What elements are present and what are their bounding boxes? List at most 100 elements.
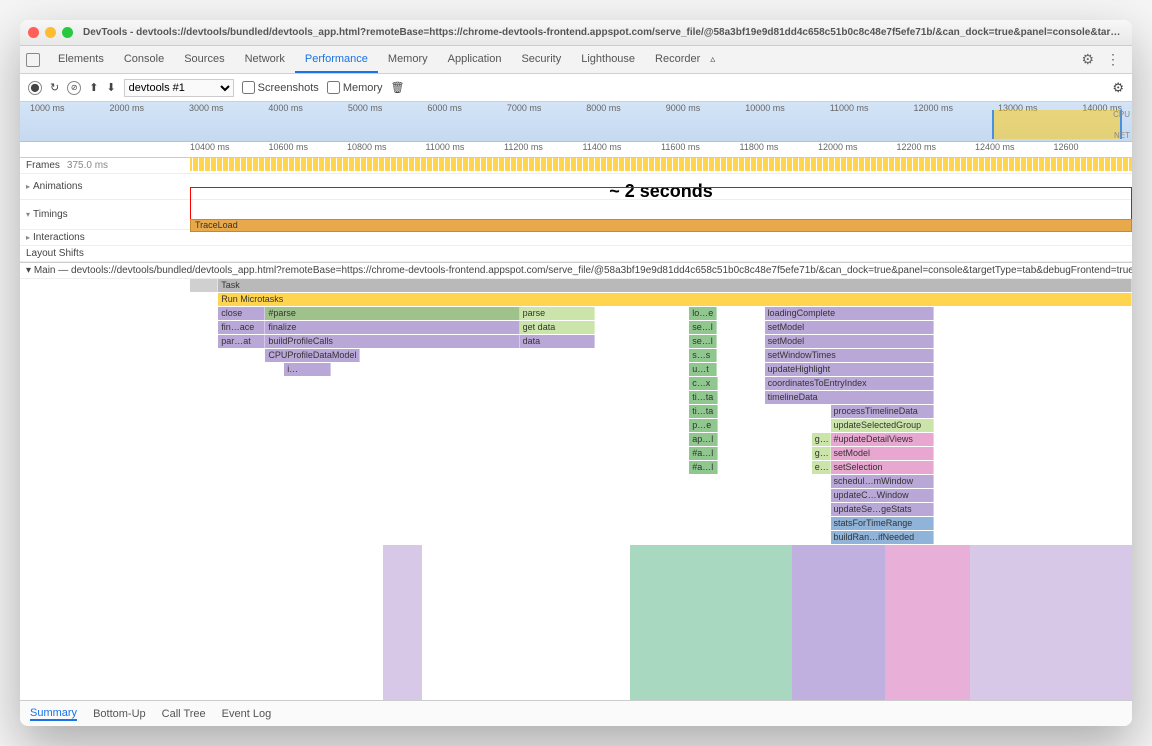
flame-entry[interactable] bbox=[934, 503, 1132, 516]
flame-entry[interactable]: ti…ta bbox=[689, 391, 717, 404]
clear-icon[interactable]: ⊘ bbox=[67, 81, 81, 95]
frames-track-label[interactable]: Frames375.0 ms bbox=[20, 159, 190, 172]
timeline-overview[interactable]: 1000 ms2000 ms3000 ms4000 ms5000 ms6000 … bbox=[20, 102, 1132, 142]
flame-entry[interactable]: updateC…Window bbox=[831, 489, 935, 502]
download-icon[interactable]: ⬇ bbox=[106, 81, 115, 94]
flame-entry[interactable] bbox=[190, 531, 831, 544]
flame-entry[interactable]: fin…ace bbox=[218, 321, 265, 334]
flame-entry[interactable] bbox=[190, 405, 689, 418]
overview-selection[interactable] bbox=[992, 110, 1122, 139]
flame-entry[interactable]: Run Microtasks bbox=[218, 293, 1132, 306]
minimize-window-icon[interactable] bbox=[45, 27, 56, 38]
flame-entry[interactable] bbox=[717, 307, 764, 320]
flame-entry[interactable] bbox=[520, 349, 595, 362]
flame-entry[interactable] bbox=[934, 433, 1132, 446]
flame-entry[interactable]: processTimelineData bbox=[831, 405, 935, 418]
tab-network[interactable]: Network bbox=[235, 47, 295, 73]
flame-entry[interactable] bbox=[934, 461, 1132, 474]
flame-entry[interactable]: coordinatesToEntryIndex bbox=[765, 377, 935, 390]
flame-entry[interactable]: #a…l bbox=[689, 447, 717, 460]
flame-entry[interactable] bbox=[717, 335, 764, 348]
flame-entry[interactable] bbox=[595, 335, 689, 348]
maximize-window-icon[interactable] bbox=[62, 27, 73, 38]
flame-entry[interactable]: setModel bbox=[765, 321, 935, 334]
flame-entry[interactable] bbox=[331, 363, 689, 376]
flame-entry[interactable] bbox=[934, 335, 1132, 348]
flame-entry[interactable] bbox=[190, 335, 218, 348]
bottom-tab-summary[interactable]: Summary bbox=[30, 707, 77, 721]
flame-entry[interactable]: updateSelectedGroup bbox=[831, 419, 935, 432]
flame-entry[interactable] bbox=[190, 279, 218, 292]
reload-icon[interactable]: ↻ bbox=[50, 81, 59, 94]
flame-entry[interactable] bbox=[934, 419, 1132, 432]
frames-track[interactable] bbox=[190, 158, 1132, 171]
flame-entry[interactable]: finalize bbox=[265, 321, 519, 334]
flame-entry[interactable] bbox=[934, 377, 1132, 390]
flame-entry[interactable]: se…l bbox=[689, 335, 717, 348]
more-icon[interactable]: ⋮ bbox=[1100, 47, 1126, 72]
flame-entry[interactable]: setModel bbox=[765, 335, 935, 348]
flame-entry[interactable]: g… bbox=[812, 433, 831, 446]
record-icon[interactable]: ⬤ bbox=[28, 81, 42, 95]
flame-entry[interactable]: u…t bbox=[689, 363, 717, 376]
main-thread-label[interactable]: ▾ Main — devtools://devtools/bundled/dev… bbox=[20, 263, 1132, 279]
flame-entry[interactable]: par…at bbox=[218, 335, 265, 348]
flame-entry[interactable] bbox=[190, 293, 218, 306]
flame-entry[interactable]: setSelection bbox=[831, 461, 935, 474]
flame-entry[interactable] bbox=[934, 447, 1132, 460]
flame-entry[interactable]: data bbox=[520, 335, 595, 348]
flame-entry[interactable]: ti…ta bbox=[689, 405, 717, 418]
tab-performance[interactable]: Performance bbox=[295, 47, 378, 73]
flame-entry[interactable] bbox=[717, 349, 764, 362]
tab-memory[interactable]: Memory bbox=[378, 47, 438, 73]
flame-entry[interactable] bbox=[934, 517, 1132, 530]
flame-entry[interactable] bbox=[190, 377, 689, 390]
flame-entry[interactable] bbox=[718, 391, 765, 404]
profile-select[interactable]: devtools #1 bbox=[124, 79, 234, 97]
flame-entry[interactable]: i… bbox=[284, 363, 331, 376]
flame-chart[interactable]: TaskRun Microtasksclose#parseparselo…elo… bbox=[20, 279, 1132, 700]
tab-recorder[interactable]: Recorder bbox=[645, 47, 710, 73]
flame-entry[interactable]: close bbox=[218, 307, 265, 320]
flame-entry[interactable] bbox=[190, 391, 689, 404]
flame-entry[interactable] bbox=[718, 419, 831, 432]
flame-entry[interactable]: get data bbox=[520, 321, 595, 334]
flame-entry[interactable]: buildProfileCalls bbox=[265, 335, 519, 348]
flame-entry[interactable]: se…l bbox=[689, 321, 717, 334]
flame-entry[interactable]: Task bbox=[218, 279, 1132, 292]
settings-icon[interactable]: ⚙ bbox=[1075, 47, 1100, 72]
flame-entry[interactable] bbox=[934, 307, 1132, 320]
flame-entry[interactable]: loadingComplete bbox=[765, 307, 935, 320]
inspect-icon[interactable] bbox=[26, 53, 40, 67]
flame-entry[interactable] bbox=[934, 363, 1132, 376]
bottom-tab-bottom-up[interactable]: Bottom-Up bbox=[93, 708, 146, 720]
flame-entry[interactable]: s…s bbox=[689, 349, 717, 362]
flame-entry[interactable]: #a…l bbox=[689, 461, 717, 474]
flame-entry[interactable]: p…e bbox=[689, 419, 717, 432]
flame-entry[interactable] bbox=[717, 363, 764, 376]
layout-shifts-track-label[interactable]: Layout Shifts bbox=[20, 247, 190, 260]
flame-entry[interactable]: updateSe…geStats bbox=[831, 503, 935, 516]
flame-entry[interactable] bbox=[934, 531, 1132, 544]
flame-entry[interactable] bbox=[190, 419, 689, 432]
flame-entry[interactable]: #updateDetailViews bbox=[831, 433, 935, 446]
tab-lighthouse[interactable]: Lighthouse bbox=[571, 47, 645, 73]
flame-entry[interactable]: CPUProfileDataModel bbox=[265, 349, 359, 362]
flame-entry[interactable] bbox=[934, 391, 1132, 404]
timings-track-label[interactable]: ▾Timings bbox=[20, 208, 190, 221]
flame-entry[interactable]: ap…l bbox=[689, 433, 717, 446]
flame-entry[interactable] bbox=[718, 405, 831, 418]
flame-entry[interactable]: g… bbox=[812, 447, 831, 460]
memory-checkbox[interactable]: Memory bbox=[327, 81, 383, 94]
flame-entry[interactable] bbox=[717, 321, 764, 334]
trash-icon[interactable]: 🗑 bbox=[391, 81, 405, 94]
flame-entry[interactable] bbox=[934, 321, 1132, 334]
flame-entry[interactable] bbox=[190, 321, 218, 334]
flame-entry[interactable]: schedul…mWindow bbox=[831, 475, 935, 488]
tab-application[interactable]: Application bbox=[438, 47, 512, 73]
flame-entry[interactable] bbox=[190, 363, 284, 376]
interactions-track-label[interactable]: ▸Interactions bbox=[20, 231, 190, 244]
flame-entry[interactable]: statsForTimeRange bbox=[831, 517, 935, 530]
flame-entry[interactable]: lo…e bbox=[689, 307, 717, 320]
flame-entry[interactable]: setModel bbox=[831, 447, 935, 460]
